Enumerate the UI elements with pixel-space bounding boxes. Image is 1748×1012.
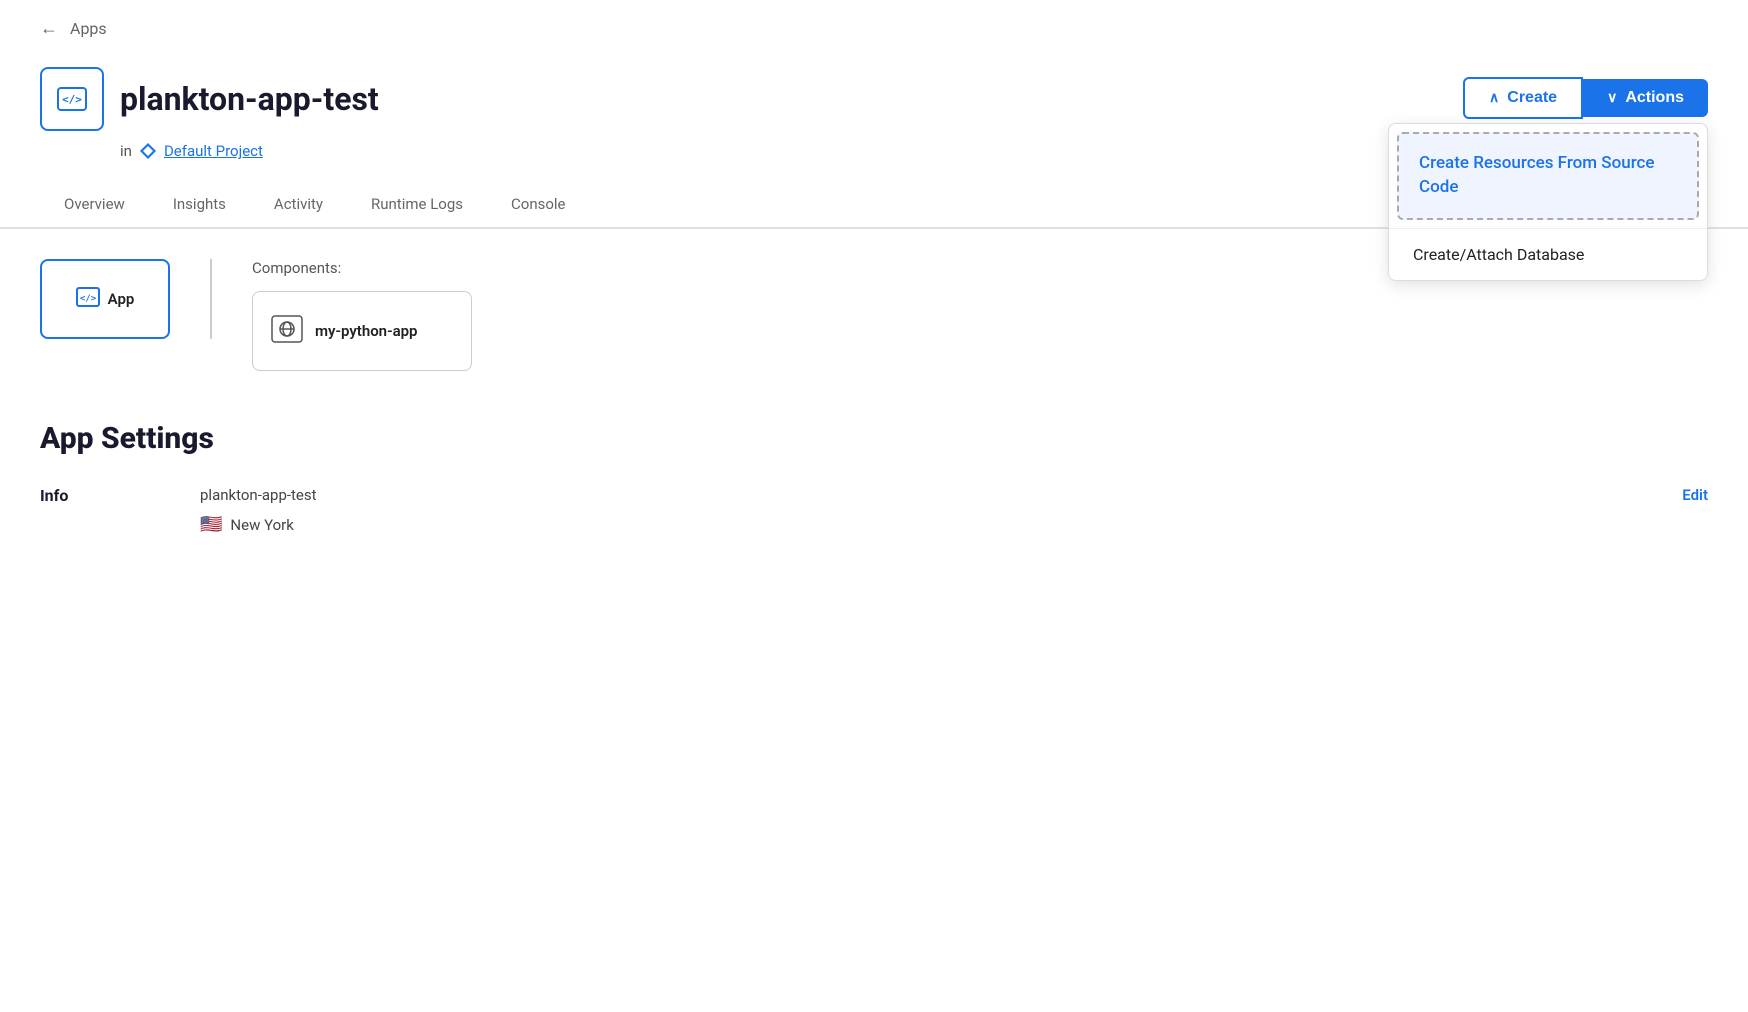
settings-title: App Settings: [40, 421, 1708, 456]
chevron-down-icon: [1607, 89, 1617, 107]
app-settings-section: App Settings Info plankton-app-test 🇺🇸 N…: [0, 401, 1748, 575]
header-section: </> plankton-app-test in Default Project…: [0, 57, 1748, 181]
top-nav: ← Apps: [0, 0, 1748, 57]
header-buttons: Create Actions Create Resources From Sou…: [1463, 77, 1708, 119]
component-item-icon: [271, 315, 303, 347]
dropdown-item-create-resources[interactable]: Create Resources From Source Code: [1397, 132, 1699, 220]
dropdown-item1-label: Create Resources From Source Code: [1419, 153, 1655, 197]
svg-text:</>: </>: [62, 93, 82, 106]
actions-button-label: Actions: [1625, 89, 1684, 107]
project-prefix: in: [120, 142, 132, 160]
project-diamond-icon: [138, 141, 158, 161]
app-component-card[interactable]: </> App: [40, 259, 170, 339]
component-item-name: my-python-app: [315, 322, 418, 340]
project-link[interactable]: Default Project: [164, 142, 263, 160]
tab-activity[interactable]: Activity: [250, 181, 347, 229]
create-button-label: Create: [1507, 89, 1557, 107]
location-row: 🇺🇸 New York: [200, 514, 1642, 535]
app-title-row: </> plankton-app-test: [40, 67, 379, 131]
project-row: in Default Project: [40, 141, 379, 161]
dropdown-item-create-database[interactable]: Create/Attach Database: [1389, 228, 1707, 280]
dropdown-item2-label: Create/Attach Database: [1413, 245, 1584, 264]
app-icon: </>: [40, 67, 104, 131]
app-name-value: plankton-app-test: [200, 486, 1642, 504]
back-button[interactable]: ←: [40, 18, 58, 39]
chevron-up-icon: [1489, 89, 1499, 107]
dropdown-menu: Create Resources From Source Code Create…: [1388, 123, 1708, 281]
tab-runtime-logs[interactable]: Runtime Logs: [347, 181, 487, 229]
actions-button[interactable]: Actions: [1583, 79, 1708, 117]
svg-text:</>: </>: [80, 294, 97, 304]
app-info: </> plankton-app-test in Default Project: [40, 67, 379, 161]
info-values: plankton-app-test 🇺🇸 New York: [200, 486, 1642, 535]
components-right: Components: my-python-app: [252, 259, 472, 371]
components-label: Components:: [252, 259, 472, 277]
info-row: Info plankton-app-test 🇺🇸 New York Edit: [40, 486, 1708, 535]
tab-insights[interactable]: Insights: [149, 181, 250, 229]
app-component-label: App: [108, 290, 135, 308]
location-value: New York: [230, 516, 293, 534]
create-button[interactable]: Create: [1463, 77, 1583, 119]
app-title: plankton-app-test: [120, 80, 379, 118]
tab-console[interactable]: Console: [487, 181, 590, 229]
tab-overview[interactable]: Overview: [40, 181, 149, 229]
component-divider: [210, 259, 212, 339]
component-item-python-app[interactable]: my-python-app: [252, 291, 472, 371]
nav-apps-label[interactable]: Apps: [70, 19, 107, 38]
info-label: Info: [40, 486, 160, 505]
edit-link[interactable]: Edit: [1682, 486, 1708, 504]
app-component-icon: </>: [76, 287, 100, 311]
flag-icon: 🇺🇸: [200, 514, 222, 535]
